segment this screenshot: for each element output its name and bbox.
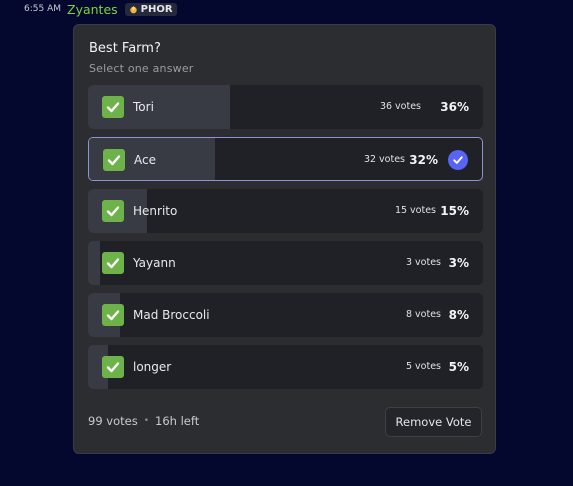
answer-percent: 36% <box>440 100 469 114</box>
fire-badge-icon <box>129 5 137 13</box>
message-header: 6:55 AM Zyantes PHOR <box>24 1 177 17</box>
total-votes: 99 votes <box>88 414 138 428</box>
answer-label: Yayann <box>133 256 176 270</box>
poll-answer[interactable]: Tori 36 votes 36% <box>88 85 483 129</box>
answer-percent: 32% <box>409 153 438 167</box>
poll-answer[interactable]: Henrito 15 votes 15% <box>88 189 483 233</box>
answer-percent: 8% <box>448 308 469 322</box>
poll-answer[interactable]: Mad Broccoli 8 votes 8% <box>88 293 483 337</box>
answer-vote-count: 36 votes <box>379 101 421 112</box>
answer-percent: 15% <box>440 204 469 218</box>
guild-tag[interactable]: PHOR <box>124 2 177 16</box>
separator-dot: • <box>143 416 150 426</box>
checkmark-icon <box>102 96 124 118</box>
poll-answer[interactable]: Ace 32 votes 32% <box>88 137 483 181</box>
poll-answer[interactable]: longer 5 votes 5% <box>88 345 483 389</box>
guild-tag-text: PHOR <box>140 3 173 15</box>
answer-label: Ace <box>134 153 156 167</box>
checkmark-icon <box>102 304 124 326</box>
poll-answer[interactable]: Yayann 3 votes 3% <box>88 241 483 285</box>
answer-label: Tori <box>133 100 154 114</box>
answer-label: Henrito <box>133 204 178 218</box>
answer-vote-count: 15 votes <box>394 205 436 216</box>
checkmark-icon <box>103 149 125 171</box>
answer-vote-count: 3 votes <box>405 257 441 268</box>
message-timestamp: 6:55 AM <box>24 4 61 14</box>
answer-percent: 3% <box>448 256 469 270</box>
username[interactable]: Zyantes <box>67 2 118 17</box>
vote-progress-fill <box>88 241 100 285</box>
checkmark-icon <box>102 200 124 222</box>
answer-vote-count: 32 votes <box>363 154 405 165</box>
checkmark-icon <box>102 356 124 378</box>
poll-subtitle: Select one answer <box>89 62 194 75</box>
answer-vote-count: 8 votes <box>405 309 441 320</box>
remove-vote-button[interactable]: Remove Vote <box>385 407 482 437</box>
poll-card: Best Farm? Select one answer Tori 36 vote… <box>73 24 496 454</box>
answer-vote-count: 5 votes <box>405 361 441 372</box>
time-left: 16h left <box>155 414 200 428</box>
selected-check-icon <box>448 150 468 170</box>
poll-question: Best Farm? <box>89 41 161 56</box>
checkmark-icon <box>102 252 124 274</box>
answer-percent: 5% <box>448 360 469 374</box>
answer-label: longer <box>133 360 172 374</box>
poll-footer: 99 votes • 16h left <box>88 414 199 428</box>
answer-label: Mad Broccoli <box>133 308 210 322</box>
poll-answers: Tori 36 votes 36% Ace 32 votes 32% Henrito 15 v… <box>88 85 483 397</box>
